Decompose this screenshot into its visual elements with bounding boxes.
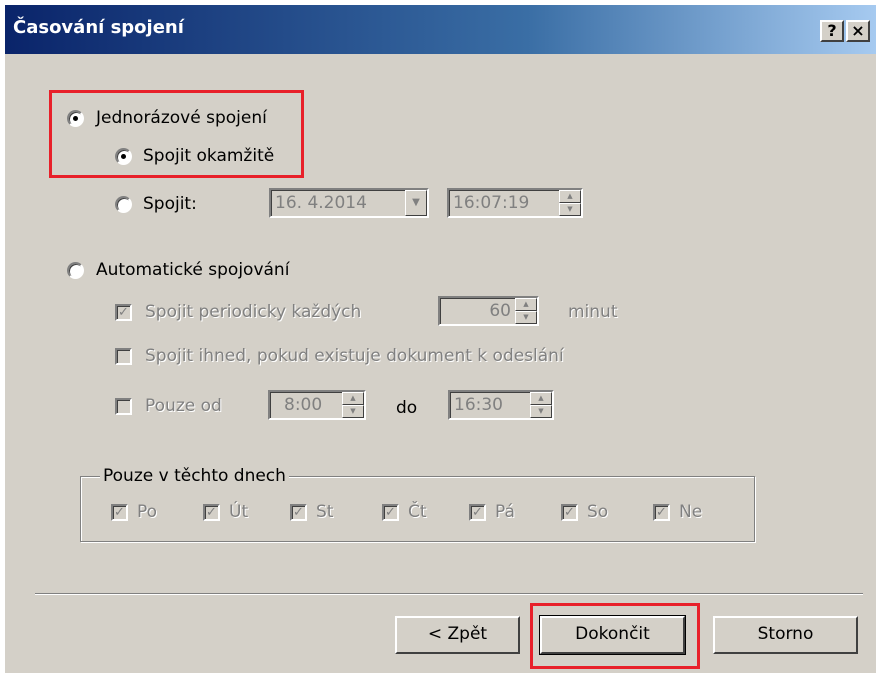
connect-at-radio[interactable] (115, 196, 132, 213)
to-label: do (396, 398, 418, 418)
chevron-down-icon[interactable]: ▼ (405, 190, 427, 216)
title-bar[interactable]: Časování spojení ? × (5, 5, 876, 54)
day-checkbox-ut[interactable]: ✓ (203, 504, 220, 521)
date-value: 16. 4.2014 (275, 193, 367, 213)
cancel-button[interactable]: Storno (713, 616, 858, 654)
highlight-finish (530, 603, 700, 669)
from-time-value: 8:00 (284, 395, 323, 415)
automatic-radio[interactable] (67, 262, 84, 279)
day-checkbox-ct[interactable]: ✓ (382, 504, 399, 521)
periodic-field[interactable]: 60 ▲ ▼ (438, 296, 539, 326)
periodic-value: 60 (489, 301, 511, 321)
day-label-pa: Pá (495, 502, 515, 522)
time-field[interactable]: 16:07:19 ▲ ▼ (447, 188, 583, 218)
spin-down-icon[interactable]: ▼ (559, 203, 581, 216)
spin-down-icon[interactable]: ▼ (342, 405, 364, 418)
periodic-unit-label: minut (568, 302, 618, 322)
day-checkbox-st[interactable]: ✓ (290, 504, 307, 521)
time-value: 16:07:19 (453, 193, 530, 213)
only-from-checkbox[interactable] (115, 398, 132, 415)
help-button[interactable]: ? (820, 20, 844, 42)
day-label-ct: Čt (408, 502, 427, 522)
highlight-one-time (49, 90, 304, 178)
date-picker[interactable]: 16. 4.2014 ▼ (269, 188, 429, 218)
spin-up-icon[interactable]: ▲ (559, 190, 581, 203)
day-label-st: St (316, 502, 334, 522)
spin-down-icon[interactable]: ▼ (530, 405, 552, 418)
from-time-spinner[interactable]: ▲ ▼ (342, 392, 364, 418)
from-time-field[interactable]: 8:00 ▲ ▼ (268, 390, 366, 420)
to-time-value: 16:30 (454, 395, 503, 415)
day-checkbox-pa[interactable]: ✓ (469, 504, 486, 521)
close-button[interactable]: × (846, 20, 870, 42)
to-time-spinner[interactable]: ▲ ▼ (530, 392, 552, 418)
immediate-label: Spojit ihned, pokud existuje dokument k … (145, 346, 564, 366)
day-label-so: So (587, 502, 609, 522)
spin-up-icon[interactable]: ▲ (342, 392, 364, 405)
separator-line (35, 593, 863, 595)
day-label-ut: Út (229, 502, 249, 522)
day-checkbox-po[interactable]: ✓ (111, 504, 128, 521)
day-checkbox-ne[interactable]: ✓ (653, 504, 670, 521)
day-label-ne: Ne (679, 502, 703, 522)
periodic-label: Spojit periodicky každých (145, 302, 362, 322)
day-label-po: Po (137, 502, 158, 522)
day-checkbox-so[interactable]: ✓ (561, 504, 578, 521)
connect-at-label[interactable]: Spojit: (143, 194, 197, 214)
immediate-checkbox[interactable] (115, 348, 132, 365)
periodic-spinner[interactable]: ▲ ▼ (515, 298, 537, 324)
periodic-checkbox[interactable]: ✓ (115, 304, 132, 321)
spin-up-icon[interactable]: ▲ (530, 392, 552, 405)
spin-up-icon[interactable]: ▲ (515, 298, 537, 311)
dialog-window: Časování spojení ? × Jednorázové spojení… (5, 5, 876, 673)
days-group-label: Pouze v těchto dnech (100, 466, 289, 486)
window-title: Časování spojení (13, 17, 184, 38)
automatic-label[interactable]: Automatické spojování (96, 260, 289, 280)
time-spinner[interactable]: ▲ ▼ (559, 190, 581, 216)
only-from-label: Pouze od (145, 396, 222, 416)
to-time-field[interactable]: 16:30 ▲ ▼ (448, 390, 554, 420)
back-button[interactable]: < Zpět (395, 616, 520, 654)
spin-down-icon[interactable]: ▼ (515, 311, 537, 324)
